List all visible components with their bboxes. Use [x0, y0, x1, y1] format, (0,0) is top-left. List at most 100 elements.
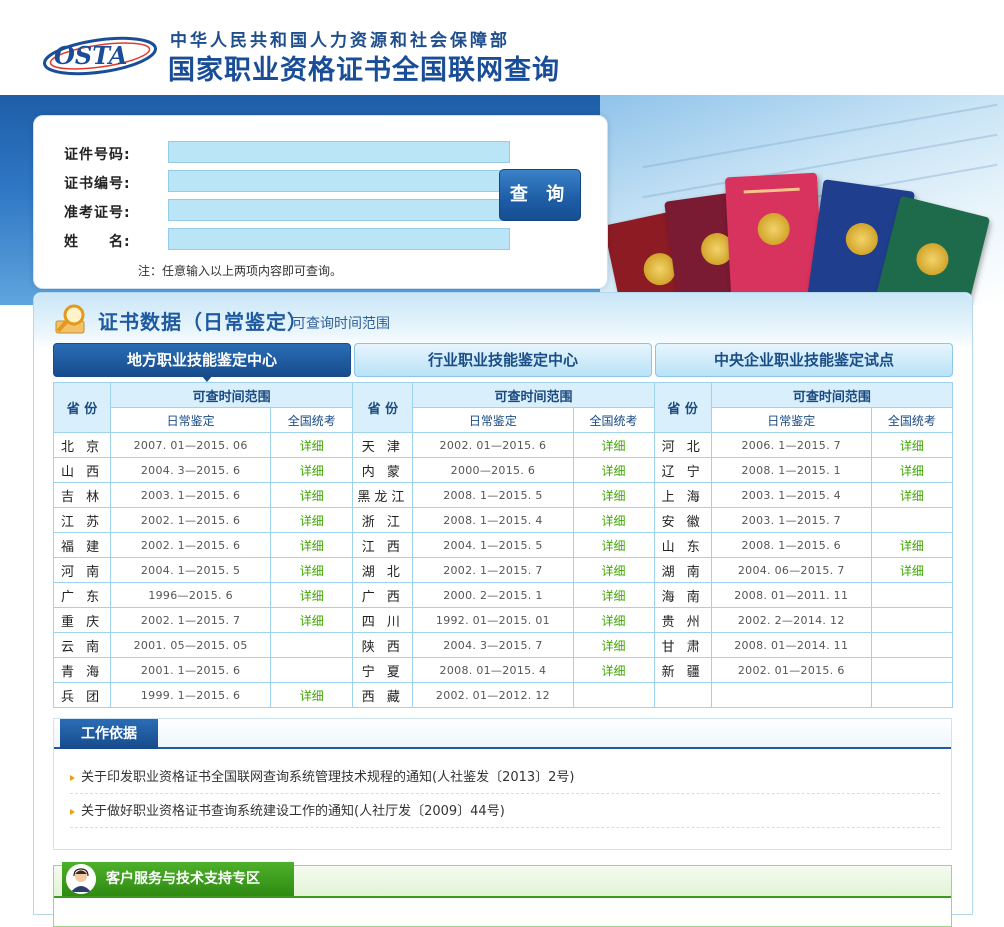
detail-link[interactable]: 详细: [270, 582, 354, 608]
daily-range-cell: 2001. 05—2015. 05: [110, 632, 272, 658]
daily-range-cell: [710, 682, 872, 708]
col-national: 全国统考: [270, 407, 354, 433]
empty-cell: [870, 657, 954, 683]
province-cell: 新 疆: [653, 657, 712, 683]
detail-link[interactable]: 详细: [572, 632, 655, 658]
work-basis-section: 工作依据 关于印发职业资格证书全国联网查询系统管理技术规程的通知(人社鉴发〔20…: [53, 718, 952, 850]
daily-range-cell: 2002. 01—2012. 12: [412, 682, 574, 708]
detail-link[interactable]: 详细: [270, 457, 354, 483]
detail-link[interactable]: 详细: [870, 457, 954, 483]
id-number-input[interactable]: [168, 141, 510, 163]
province-cell: 安 徽: [653, 507, 712, 533]
province-cell: 北 京: [52, 432, 112, 458]
admission-ticket-label: 准考证号:: [64, 205, 131, 221]
detail-link[interactable]: 详细: [870, 432, 954, 458]
osta-logo: OSTA: [43, 36, 157, 76]
detail-link[interactable]: 详细: [270, 682, 354, 708]
daily-range-cell: 2004. 3—2015. 6: [110, 457, 272, 483]
detail-link[interactable]: 详细: [270, 532, 354, 558]
table-row: 北 京 2007. 01—2015. 06 详细天 津 2002. 01—2015. …: [52, 432, 954, 458]
certificate-data-panel: 证书数据（日常鉴定） 可查询时间范围 地方职业技能鉴定中心 行业职业技能鉴定中心…: [33, 292, 973, 927]
daily-range-cell: 2008. 01—2014. 11: [710, 632, 872, 658]
detail-link[interactable]: 详细: [572, 582, 655, 608]
detail-link[interactable]: 详细: [870, 557, 954, 583]
empty-cell: [270, 657, 354, 683]
detail-link[interactable]: 详细: [572, 557, 655, 583]
admission-ticket-input[interactable]: [168, 199, 510, 221]
daily-range-cell: 2002. 1—2015. 6: [110, 532, 272, 558]
daily-range-cell: 2008. 1—2015. 5: [412, 482, 574, 508]
province-cell: 吉 林: [52, 482, 112, 508]
basis-link-item[interactable]: 关于印发职业资格证书全国联网查询系统管理技术规程的通知(人社鉴发〔2013〕2号…: [70, 763, 940, 794]
col-daily: 日常鉴定: [710, 407, 872, 433]
detail-link[interactable]: 详细: [270, 557, 354, 583]
work-basis-header: 工作依据: [54, 719, 951, 749]
province-cell: 广 西: [352, 582, 414, 608]
detail-link[interactable]: 详细: [270, 507, 354, 533]
detail-link[interactable]: 详细: [572, 532, 655, 558]
service-header: 客户服务与技术支持专区: [54, 862, 951, 898]
empty-cell: [870, 632, 954, 658]
province-cell: 河 北: [653, 432, 712, 458]
query-button[interactable]: 查 询: [499, 169, 581, 221]
daily-range-cell: 1999. 1—2015. 6: [110, 682, 272, 708]
detail-link[interactable]: 详细: [572, 457, 655, 483]
id-number-row: 证件号码:: [64, 141, 524, 165]
service-title: 客户服务与技术支持专区: [106, 871, 260, 887]
table-row: 山 西 2004. 3—2015. 6 详细内 蒙 2000—2015. 6 详细辽 宁…: [52, 457, 954, 483]
table-row: 重 庆 2002. 1—2015. 7 详细四 川 1992. 01—2015. 01…: [52, 607, 954, 633]
daily-range-cell: 2004. 3—2015. 7: [412, 632, 574, 658]
col-range-group: 可查时间范围: [110, 382, 354, 408]
province-cell: 贵 州: [653, 607, 712, 633]
province-cell: 重 庆: [52, 607, 112, 633]
name-row: 姓 名:: [64, 228, 524, 252]
tab-local-centers[interactable]: 地方职业技能鉴定中心: [53, 343, 351, 377]
province-cell: 黑龙江: [352, 482, 414, 508]
admission-ticket-row: 准考证号:: [64, 199, 524, 223]
detail-link[interactable]: 详细: [270, 432, 354, 458]
tab-industry-centers[interactable]: 行业职业技能鉴定中心: [354, 343, 652, 377]
detail-link[interactable]: 详细: [572, 482, 655, 508]
service-tab[interactable]: 客户服务与技术支持专区: [62, 862, 294, 896]
province-cell: 四 川: [352, 607, 414, 633]
basis-link-item[interactable]: 关于做好职业资格证书查询系统建设工作的通知(人社厅发〔2009〕44号): [70, 797, 940, 828]
daily-range-cell: 2008. 1—2015. 1: [710, 457, 872, 483]
category-tabs: 地方职业技能鉴定中心 行业职业技能鉴定中心 中央企业职业技能鉴定试点: [53, 343, 953, 382]
col-range-group: 可查时间范围: [710, 382, 954, 408]
basis-link-text[interactable]: 关于印发职业资格证书全国联网查询系统管理技术规程的通知(人社鉴发〔2013〕2号…: [81, 770, 575, 785]
table-row: 江 苏 2002. 1—2015. 6 详细浙 江 2008. 1—2015. 4 详细…: [52, 507, 954, 533]
table-row: 福 建 2002. 1—2015. 6 详细江 西 2004. 1—2015. 5 详细…: [52, 532, 954, 558]
col-daily: 日常鉴定: [412, 407, 574, 433]
detail-link[interactable]: 详细: [572, 507, 655, 533]
panel-header: 证书数据（日常鉴定） 可查询时间范围: [34, 293, 972, 349]
daily-range-cell: 2007. 01—2015. 06: [110, 432, 272, 458]
daily-range-cell: 1992. 01—2015. 01: [412, 607, 574, 633]
detail-link[interactable]: 详细: [572, 432, 655, 458]
province-cell: 山 东: [653, 532, 712, 558]
daily-range-cell: 2004. 1—2015. 5: [412, 532, 574, 558]
detail-link[interactable]: 详细: [870, 482, 954, 508]
tab-central-enterprise-pilot[interactable]: 中央企业职业技能鉴定试点: [655, 343, 953, 377]
detail-link[interactable]: 详细: [572, 607, 655, 633]
magnifier-certificate-icon: [55, 304, 85, 334]
province-cell: 内 蒙: [352, 457, 414, 483]
province-cell: 湖 南: [653, 557, 712, 583]
detail-link[interactable]: 详细: [270, 607, 354, 633]
detail-link[interactable]: 详细: [870, 532, 954, 558]
province-cell: 青 海: [52, 657, 112, 683]
bullet-arrow-icon: [70, 774, 75, 781]
daily-range-cell: 2006. 1—2015. 7: [710, 432, 872, 458]
col-province: 省 份: [653, 382, 712, 433]
logo-text: OSTA: [54, 41, 127, 70]
province-cell: 河 南: [52, 557, 112, 583]
basis-link-text[interactable]: 关于做好职业资格证书查询系统建设工作的通知(人社厅发〔2009〕44号): [81, 804, 505, 819]
certificate-number-input[interactable]: [168, 170, 510, 192]
detail-link[interactable]: 详细: [270, 482, 354, 508]
name-input[interactable]: [168, 228, 510, 250]
daily-range-cell: 2008. 1—2015. 6: [710, 532, 872, 558]
search-note: 注：任意输入以上两项内容即可查询。: [138, 264, 343, 278]
detail-link[interactable]: 详细: [572, 657, 655, 683]
bullet-arrow-icon: [70, 808, 75, 815]
province-cell: [653, 682, 712, 708]
daily-range-cell: 2003. 1—2015. 4: [710, 482, 872, 508]
